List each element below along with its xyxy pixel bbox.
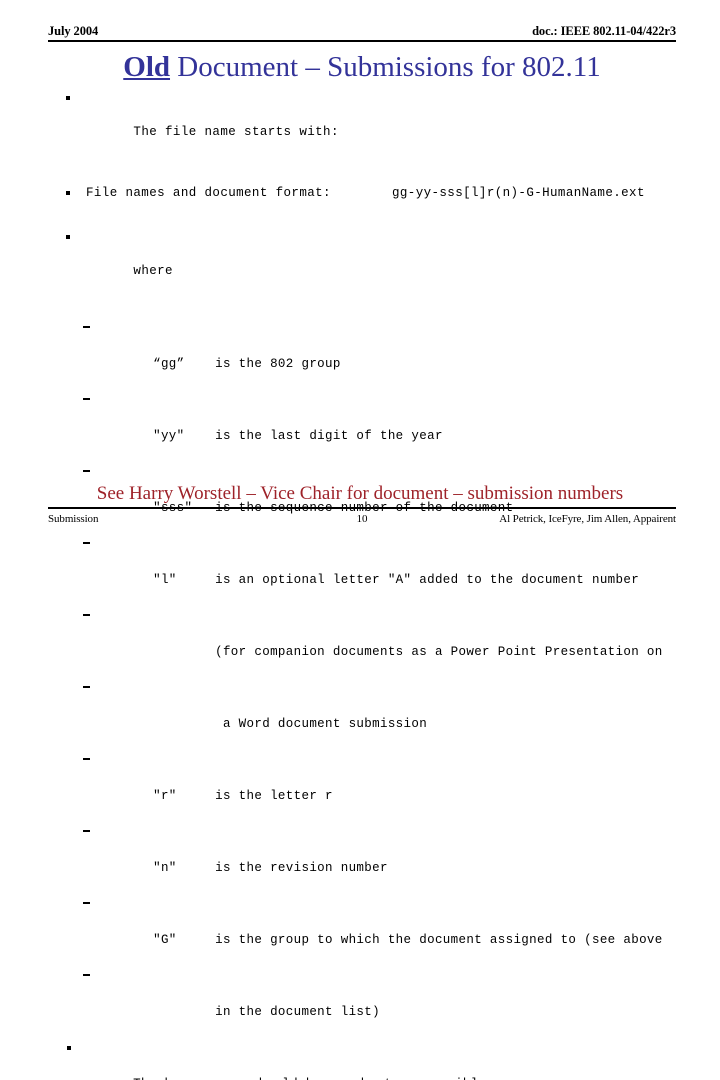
definition-key: "l": [153, 573, 177, 587]
footer-right: Al Petrick, IceFyre, Jim Allen, Appairen…: [499, 513, 676, 525]
bullet-text: where: [133, 264, 173, 278]
definition-row: "n" is the revision number: [48, 823, 700, 895]
definition-key: "G": [153, 933, 177, 947]
slide-header: July 2004 doc.: IEEE 802.11-04/422r3: [48, 24, 676, 44]
bullet-where: where: [48, 229, 700, 297]
slide-body: The file name starts with: File names an…: [48, 90, 700, 1080]
definition-key: "r": [153, 789, 177, 803]
definition-text: is the 802 group: [215, 357, 341, 371]
definition-row: (for companion documents as a Power Poin…: [48, 607, 700, 679]
bullet-text: File names and document format:: [86, 186, 331, 200]
square-bullet-icon: [66, 191, 70, 195]
dash-bullet-icon: [83, 326, 90, 328]
slide-footer: Submission 10 Al Petrick, IceFyre, Jim A…: [48, 507, 676, 529]
definition-row: "l" is an optional letter "A" added to th…: [48, 535, 700, 607]
dash-bullet-icon: [83, 614, 90, 616]
definition-row: “gg” is the 802 group: [48, 319, 700, 391]
title-rest: Document – Submissions for 802.11: [170, 51, 601, 83]
definition-text: in the document list): [215, 1005, 380, 1019]
definition-text: is the revision number: [215, 861, 388, 875]
square-bullet-icon: [66, 235, 70, 239]
definition-key: "yy": [153, 429, 185, 443]
definition-text: is an optional letter "A" added to the d…: [215, 573, 640, 587]
definition-text: is the last digit of the year: [215, 429, 443, 443]
header-divider: [48, 40, 676, 42]
definition-row: "G" is the group to which the document as…: [48, 895, 700, 967]
dash-bullet-icon: [83, 542, 90, 544]
slide: July 2004 doc.: IEEE 802.11-04/422r3 Old…: [0, 0, 720, 1080]
definition-text: is the group to which the document assig…: [215, 933, 663, 947]
header-doc-id: doc.: IEEE 802.11-04/422r3: [532, 24, 676, 38]
square-bullet-icon: [67, 1046, 71, 1050]
dash-bullet-icon: [83, 830, 90, 832]
dash-bullet-icon: [83, 470, 90, 472]
definition-key: "n": [153, 861, 177, 875]
definition-text: (for companion documents as a Power Poin…: [215, 645, 663, 659]
definition-key: “gg”: [153, 357, 185, 371]
definition-text: a Word document submission: [215, 717, 428, 731]
bullet-file-name-starts: The file name starts with:: [48, 90, 700, 158]
definition-row: "r" is the letter r: [48, 751, 700, 823]
definition-row: a Word document submission: [48, 679, 700, 751]
definition-row: "yy" is the last digit of the year: [48, 391, 700, 463]
definition-row: in the document list): [48, 967, 700, 1039]
title-emphasis: Old: [123, 51, 171, 83]
dash-bullet-icon: [83, 758, 90, 760]
dash-bullet-icon: [83, 686, 90, 688]
footer-row: Submission 10 Al Petrick, IceFyre, Jim A…: [48, 509, 676, 529]
definition-text: is the letter r: [215, 789, 333, 803]
dash-bullet-icon: [83, 974, 90, 976]
red-note: See Harry Worstell – Vice Chair for docu…: [96, 483, 624, 504]
dash-bullet-icon: [83, 902, 90, 904]
header-date: July 2004: [48, 24, 99, 38]
page-title: Old Document – Submissions for 802.11: [48, 50, 676, 84]
bullet-file-format: File names and document format: gg-yy-ss…: [48, 185, 700, 202]
square-bullet-icon: [66, 96, 70, 100]
note-row: The human name should be as short as pos…: [48, 1039, 700, 1080]
note-text: The human name should be as short as pos…: [133, 1077, 494, 1080]
file-format-pattern: gg-yy-sss[l]r(n)-G-HumanName.ext: [392, 186, 645, 200]
bullet-text: The file name starts with:: [133, 125, 339, 139]
dash-bullet-icon: [83, 398, 90, 400]
header-row: July 2004 doc.: IEEE 802.11-04/422r3: [48, 24, 676, 38]
